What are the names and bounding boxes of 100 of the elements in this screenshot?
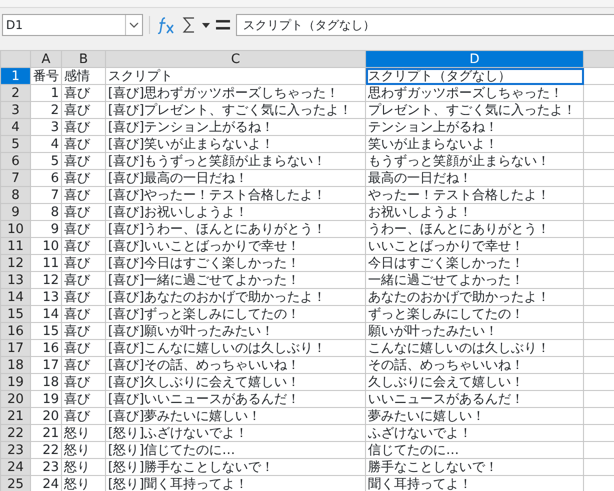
row-header[interactable]: 5 (0, 136, 30, 152)
row-header[interactable]: 2 (0, 84, 30, 102)
chevron-down-icon[interactable] (129, 22, 139, 28)
function-wizard-icon[interactable] (156, 16, 176, 34)
row-header[interactable]: 4 (0, 118, 30, 136)
table-cell: やったー！テスト合格したよ！ (366, 186, 584, 204)
table-cell: 勝手なことしないで！ (366, 458, 584, 476)
table-cell: 20 (30, 408, 62, 424)
table-cell: 22 (30, 442, 62, 458)
table-cell: [喜び]いいことばっかりで幸せ！ (106, 238, 366, 254)
table-cell: 喜び (62, 186, 106, 204)
table-cell: その話、めっちゃいいね！ (366, 356, 584, 374)
row-header[interactable]: 14 (0, 288, 30, 306)
table-cell: [喜び]その話、めっちゃいいね！ (106, 356, 366, 374)
row-header[interactable]: 9 (0, 204, 30, 220)
table-cell: 5 (30, 152, 62, 170)
column-header[interactable]: B (62, 50, 106, 68)
row-header[interactable]: 8 (0, 186, 30, 204)
table-cell: [喜び]一緒に過ごせてよかった！ (106, 272, 366, 288)
row-header[interactable]: 17 (0, 340, 30, 356)
row-header[interactable]: 18 (0, 356, 30, 374)
table-cell: 13 (30, 288, 62, 306)
table-cell: あなたのおかげで助かったよ！ (366, 288, 584, 306)
table-cell: 喜び (62, 238, 106, 254)
table-cell: 21 (30, 424, 62, 442)
row-header[interactable]: 6 (0, 152, 30, 170)
table-cell: 怒り (62, 442, 106, 458)
table-cell: 2 (30, 102, 62, 118)
table-cell: [喜び]あなたのおかげで助かったよ！ (106, 288, 366, 306)
row-header[interactable]: 25 (0, 476, 30, 491)
row-header[interactable]: 12 (0, 254, 30, 272)
table-cell: 喜び (62, 152, 106, 170)
table-cell: 喜び (62, 254, 106, 272)
table-cell: 喜び (62, 374, 106, 390)
table-cell: [喜び]やったー！テスト合格したよ！ (106, 186, 366, 204)
table-cell: [怒り]信じてたのに… (106, 442, 366, 458)
row-header[interactable]: 1 (0, 68, 30, 84)
table-cell: お祝いしようよ！ (366, 204, 584, 220)
table-cell: 今日はすごく楽しかった！ (366, 254, 584, 272)
table-cell: [喜び]うわー、ほんとにありがとう！ (106, 220, 366, 238)
formula-input-field[interactable]: スクリプト（タグなし） (236, 14, 614, 36)
row-header[interactable]: 23 (0, 442, 30, 458)
table-cell: 19 (30, 390, 62, 408)
table-cell: 笑いが止まらないよ！ (366, 136, 584, 152)
row-header[interactable]: 7 (0, 170, 30, 186)
table-cell: 夢みたいに嬉しい！ (366, 408, 584, 424)
row-header[interactable]: 21 (0, 408, 30, 424)
table-cell: ふざけないでよ！ (366, 424, 584, 442)
table-cell: 4 (30, 136, 62, 152)
table-cell: 23 (30, 458, 62, 476)
row-header[interactable]: 24 (0, 458, 30, 476)
table-cell: [喜び]こんなに嬉しいのは久しぶり！ (106, 340, 366, 356)
table-cell: スクリプト (106, 68, 366, 84)
table-cell: 思わずガッツポーズしちゃった！ (366, 84, 584, 102)
table-cell: [喜び]今日はすごく楽しかった！ (106, 254, 366, 272)
row-header[interactable]: 13 (0, 272, 30, 288)
table-cell: 17 (30, 356, 62, 374)
table-cell: 番号 (30, 68, 62, 84)
table-cell: [怒り]ふざけないでよ！ (106, 424, 366, 442)
table-cell: [喜び]テンション上がるね！ (106, 118, 366, 136)
row-header[interactable]: 15 (0, 306, 30, 322)
table-cell: 喜び (62, 408, 106, 424)
table-cell: 最高の一日だね！ (366, 170, 584, 186)
equals-icon[interactable] (216, 20, 230, 30)
table-cell: 怒り (62, 458, 106, 476)
column-header[interactable]: D (366, 50, 584, 68)
table-cell: 喜び (62, 390, 106, 408)
row-header[interactable]: 20 (0, 390, 30, 408)
table-cell: 11 (30, 254, 62, 272)
table-cell: 6 (30, 170, 62, 186)
table-cell: 喜び (62, 136, 106, 152)
column-header[interactable]: C (106, 50, 366, 68)
table-cell: [喜び]もうずっと笑顔が止まらない！ (106, 152, 366, 170)
table-cell: [喜び]ずっと楽しみにしてたの！ (106, 306, 366, 322)
row-header[interactable]: 22 (0, 424, 30, 442)
table-cell: 喜び (62, 170, 106, 186)
table-cell: 喜び (62, 204, 106, 220)
row-header[interactable]: 19 (0, 374, 30, 390)
table-cell: 久しぶりに会えて嬉しい！ (366, 374, 584, 390)
sum-icon[interactable] (182, 16, 196, 34)
row-header[interactable]: 10 (0, 220, 30, 238)
table-cell: 喜び (62, 118, 106, 136)
name-box[interactable]: D1 (2, 14, 143, 36)
row-header[interactable]: 16 (0, 322, 30, 340)
table-cell: 喜び (62, 220, 106, 238)
table-cell: プレゼント、すごく気に入ったよ！ (366, 102, 584, 118)
table-cell: 感情 (62, 68, 106, 84)
caret-icon[interactable] (202, 22, 210, 28)
row-header[interactable]: 11 (0, 238, 30, 254)
table-cell: 喜び (62, 356, 106, 374)
table-cell: [喜び]願いが叶ったみたい！ (106, 322, 366, 340)
table-cell: うわー、ほんとにありがとう！ (366, 220, 584, 238)
column-header[interactable]: A (30, 50, 62, 68)
table-cell: 16 (30, 340, 62, 356)
table-cell: 怒り (62, 476, 106, 491)
table-cell: 1 (30, 84, 62, 102)
table-cell: 7 (30, 186, 62, 204)
row-header[interactable]: 3 (0, 102, 30, 118)
table-cell: [喜び]久しぶりに会えて嬉しい！ (106, 374, 366, 390)
table-cell: [怒り]勝手なことしないで！ (106, 458, 366, 476)
